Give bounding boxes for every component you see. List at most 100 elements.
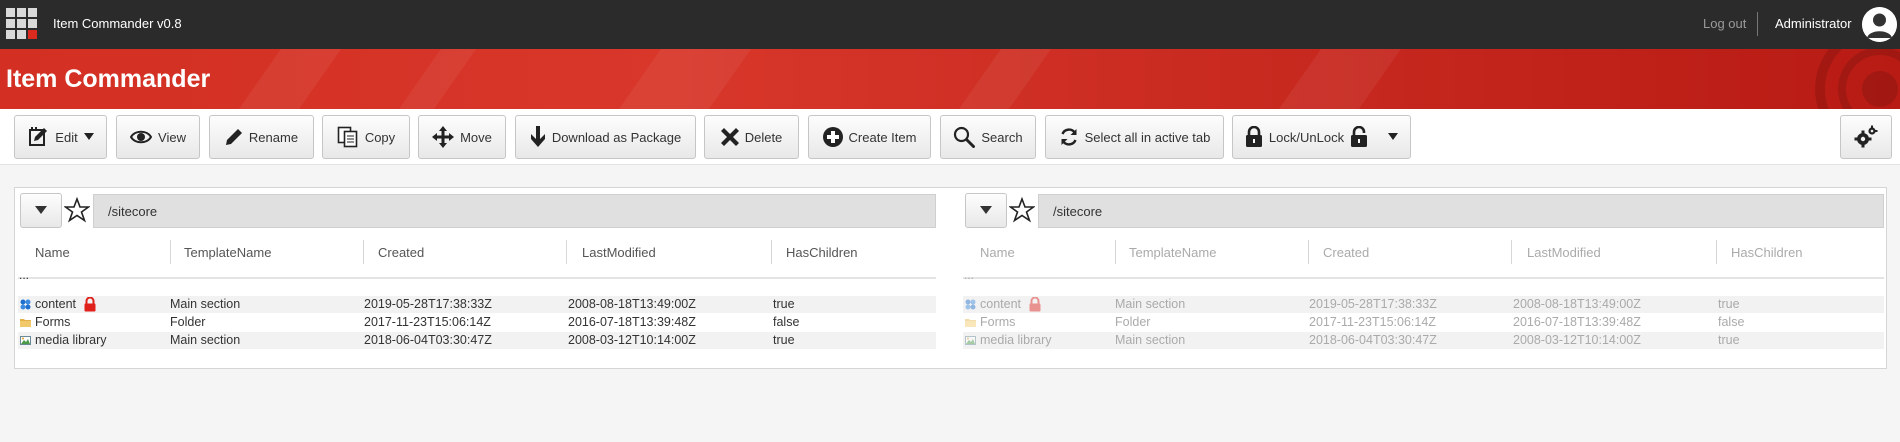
cell-haschildren: false <box>773 315 800 329</box>
gears-icon <box>1854 125 1878 148</box>
table-row[interactable]: Forms Folder 2017-11-23T15:06:14Z 2016-0… <box>18 314 936 331</box>
toolbar: Edit View Rename Copy Move Download as P… <box>0 109 1900 165</box>
table-row[interactable]: content Main section 2019-05-28T17:38:33… <box>963 296 1884 313</box>
path-input[interactable]: /sitecore <box>1038 194 1884 228</box>
view-button[interactable]: View <box>116 115 200 159</box>
unlock-icon <box>1351 126 1368 147</box>
column-header-template[interactable]: TemplateName <box>184 245 271 260</box>
chevron-down-icon <box>1388 133 1399 140</box>
cell-created: 2017-11-23T15:06:14Z <box>364 315 491 329</box>
caret-down-icon <box>35 206 47 214</box>
move-button[interactable]: Move <box>418 115 506 159</box>
column-separator[interactable] <box>170 240 171 264</box>
settings-button[interactable] <box>1840 115 1892 159</box>
cell-name: content <box>980 297 1022 311</box>
column-separator[interactable] <box>1308 240 1309 264</box>
cell-modified: 2008-08-18T13:49:00Z <box>568 297 696 311</box>
commander-panel: /sitecore Name TemplateName Created Last… <box>14 187 1887 369</box>
cell-haschildren: true <box>773 333 795 347</box>
copy-icon <box>337 126 358 148</box>
pane-menu-button[interactable] <box>20 193 62 228</box>
lock-unlock-button[interactable]: Lock/UnLock <box>1232 115 1411 159</box>
cell-modified: 2016-07-18T13:39:48Z <box>1513 315 1641 329</box>
search-button[interactable]: Search <box>940 115 1036 159</box>
column-separator[interactable] <box>771 240 772 264</box>
logout-link[interactable]: Log out <box>1703 16 1746 31</box>
column-header-template[interactable]: TemplateName <box>1129 245 1216 260</box>
favorite-star-icon[interactable] <box>64 197 90 223</box>
folder-icon <box>20 319 31 327</box>
header-divider <box>963 277 1884 279</box>
cell-haschildren: true <box>773 297 795 311</box>
avatar[interactable] <box>1862 7 1897 42</box>
table-row[interactable]: Forms Folder 2017-11-23T15:06:14Z 2016-0… <box>963 314 1884 331</box>
edit-icon <box>29 127 48 146</box>
path-input[interactable]: /sitecore <box>93 194 936 228</box>
parent-row[interactable]: ... <box>964 268 974 282</box>
eye-icon <box>130 130 153 144</box>
column-header-lastmodified[interactable]: LastModified <box>1527 245 1601 260</box>
cell-created: 2017-11-23T15:06:14Z <box>1309 315 1436 329</box>
delete-button[interactable]: Delete <box>704 115 799 159</box>
cell-name: Forms <box>35 315 71 329</box>
column-header-lastmodified[interactable]: LastModified <box>582 245 656 260</box>
column-separator[interactable] <box>1716 240 1717 264</box>
cell-name: media library <box>980 333 1052 347</box>
cell-modified: 2008-03-12T10:14:00Z <box>1513 333 1641 347</box>
column-separator[interactable] <box>1115 240 1116 264</box>
page-header: Item Commander <box>0 49 1900 109</box>
select-all-label: Select all in active tab <box>1084 129 1211 145</box>
favorite-star-icon[interactable] <box>1009 197 1035 223</box>
column-separator[interactable] <box>566 240 567 264</box>
pane-menu-button[interactable] <box>965 193 1007 228</box>
cell-name: content <box>35 297 77 311</box>
right-pane[interactable]: /sitecore Name TemplateName Created Last… <box>960 188 1886 370</box>
column-header-created[interactable]: Created <box>1323 245 1369 260</box>
delete-x-icon <box>720 128 739 146</box>
user-avatar-icon <box>1862 7 1897 42</box>
cell-name: media library <box>35 333 107 347</box>
select-all-button[interactable]: Select all in active tab <box>1045 115 1224 159</box>
column-header-haschildren[interactable]: HasChildren <box>786 245 858 260</box>
left-pane[interactable]: /sitecore Name TemplateName Created Last… <box>15 188 951 370</box>
column-header-name[interactable]: Name <box>980 245 1015 260</box>
copy-button[interactable]: Copy <box>322 115 410 159</box>
copy-label: Copy <box>364 129 396 145</box>
move-label: Move <box>460 129 492 145</box>
top-bar: Item Commander v0.8 Log out Administrato… <box>0 0 1900 49</box>
user-name[interactable]: Administrator <box>1775 16 1852 31</box>
delete-label: Delete <box>744 129 783 145</box>
header-divider <box>18 277 936 279</box>
create-item-button[interactable]: Create Item <box>808 115 931 159</box>
search-label: Search <box>981 129 1023 145</box>
page-title: Item Commander <box>6 65 211 93</box>
table-row[interactable]: media library Main section 2018-06-04T03… <box>963 332 1884 349</box>
cell-modified: 2008-03-12T10:14:00Z <box>568 333 696 347</box>
cell-template: Main section <box>1115 333 1186 347</box>
rename-label: Rename <box>248 129 299 145</box>
cell-template: Main section <box>1115 297 1186 311</box>
search-icon <box>954 126 976 148</box>
cell-template: Folder <box>1115 315 1151 329</box>
column-header-created[interactable]: Created <box>378 245 424 260</box>
column-separator[interactable] <box>363 240 364 264</box>
topbar-divider <box>1757 12 1758 36</box>
locked-red-icon <box>84 297 96 312</box>
caret-down-icon <box>980 206 992 214</box>
edit-button[interactable]: Edit <box>14 115 107 159</box>
column-header-haschildren[interactable]: HasChildren <box>1731 245 1803 260</box>
parent-row[interactable]: ... <box>19 268 29 282</box>
lock-unlock-label: Lock/UnLock <box>1268 129 1345 145</box>
download-package-button[interactable]: Download as Package <box>515 115 696 159</box>
chevron-down-icon <box>83 133 94 140</box>
app-launcher-icon[interactable] <box>6 8 38 40</box>
table-row[interactable]: media library Main section 2018-06-04T03… <box>18 332 936 349</box>
content-icon <box>965 299 976 310</box>
cell-created: 2019-05-28T17:38:33Z <box>1309 297 1437 311</box>
rename-button[interactable]: Rename <box>209 115 314 159</box>
table-row[interactable]: content Main section 2019-05-28T17:38:33… <box>18 296 936 313</box>
cell-name: Forms <box>980 315 1016 329</box>
header-swirl-decoration <box>1815 49 1900 109</box>
column-separator[interactable] <box>1511 240 1512 264</box>
column-header-name[interactable]: Name <box>35 245 70 260</box>
